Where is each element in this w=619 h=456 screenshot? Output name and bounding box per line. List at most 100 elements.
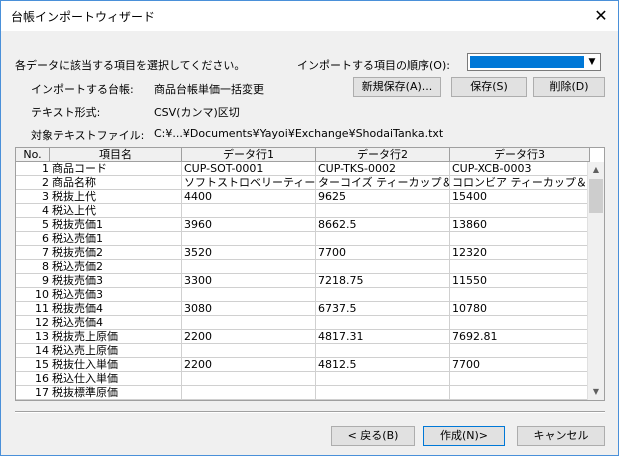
grid-header: No. 項目名 データ行1 データ行2 データ行3	[16, 148, 590, 162]
row-data-2: ターコイズ ティーカップ＆ソ...	[316, 176, 450, 190]
row-data-3	[450, 288, 590, 302]
row-no: 15	[16, 358, 50, 372]
row-no: 12	[16, 316, 50, 330]
row-no: 1	[16, 162, 50, 176]
table-row[interactable]: 2商品名称ソフトストロベリーティーカッ...ターコイズ ティーカップ＆ソ...コ…	[16, 176, 590, 190]
row-no: 9	[16, 274, 50, 288]
table-row[interactable]: 17 税抜標準原価	[16, 386, 590, 400]
scroll-up-icon[interactable]: ▲	[588, 162, 604, 178]
row-data-1: 3520	[182, 246, 316, 260]
new-save-button[interactable]: 新規保存(A)...	[353, 77, 441, 97]
table-row[interactable]: 13 税抜売上原価 2200 4817.31 7692.81	[16, 330, 590, 344]
row-item-name[interactable]: 税抜売価2	[50, 246, 182, 260]
row-data-2: 7700	[316, 246, 450, 260]
row-item-name[interactable]: 税込売価3	[50, 288, 182, 302]
header-no: No.	[16, 148, 50, 162]
row-no: 17	[16, 386, 50, 400]
vertical-scrollbar[interactable]: ▲ ▼	[587, 162, 604, 400]
cancel-button[interactable]: キャンセル	[517, 426, 605, 446]
table-row[interactable]: 7 税抜売価2 3520 7700 12320	[16, 246, 590, 260]
row-data-1	[182, 372, 316, 386]
row-item-name[interactable]: 商品名称	[50, 176, 182, 190]
row-data-3	[450, 344, 590, 358]
header-item-name: 項目名	[50, 148, 182, 162]
row-item-name[interactable]: 税抜売価3	[50, 274, 182, 288]
data-grid[interactable]: No. 項目名 データ行1 データ行2 データ行3 1 商品コード CUP-SOT-…	[15, 147, 605, 401]
close-icon[interactable]: ✕	[590, 5, 612, 27]
row-data-3: 12320	[450, 246, 590, 260]
row-data-2	[316, 344, 450, 358]
table-row[interactable]: 3 税抜上代 4400 9625 15400	[16, 190, 590, 204]
row-data-2	[316, 260, 450, 274]
row-no: 13	[16, 330, 50, 344]
delete-button[interactable]: 削除(D)	[533, 77, 605, 97]
table-row[interactable]: 9 税抜売価3 3300 7218.75 11550	[16, 274, 590, 288]
row-item-name[interactable]: 税込売価1	[50, 232, 182, 246]
row-no: 10	[16, 288, 50, 302]
import-wizard-window: 台帳インポートウィザード ✕ 各データに該当する項目を選択してください。 インポ…	[0, 0, 619, 456]
file-label: 対象テキストファイル:	[31, 129, 145, 142]
row-item-name[interactable]: 税込仕入単価	[50, 372, 182, 386]
row-data-3	[450, 260, 590, 274]
row-data-1	[182, 386, 316, 400]
table-row[interactable]: 11 税抜売価4 3080 6737.5 10780	[16, 302, 590, 316]
row-data-1	[182, 344, 316, 358]
row-item-name[interactable]: 税込上代	[50, 204, 182, 218]
row-item-name[interactable]: 税抜仕入単価	[50, 358, 182, 372]
row-data-3: 10780	[450, 302, 590, 316]
order-select[interactable]: ▼	[467, 53, 601, 71]
row-item-name[interactable]: 税込売価4	[50, 316, 182, 330]
row-no: 2	[16, 176, 50, 190]
scroll-down-icon[interactable]: ▼	[588, 384, 604, 400]
row-no: 7	[16, 246, 50, 260]
row-item-name[interactable]: 税抜標準原価	[50, 386, 182, 400]
row-data-2: 4817.31	[316, 330, 450, 344]
row-data-3	[450, 386, 590, 400]
row-data-3: 15400	[450, 190, 590, 204]
row-data-3	[450, 372, 590, 386]
row-no: 11	[16, 302, 50, 316]
chevron-down-icon[interactable]: ▼	[584, 54, 600, 70]
table-row[interactable]: 8 税込売価2	[16, 260, 590, 274]
row-data-1: 3300	[182, 274, 316, 288]
row-item-name[interactable]: 税抜上代	[50, 190, 182, 204]
row-data-2: 7218.75	[316, 274, 450, 288]
row-item-name[interactable]: 税抜売価4	[50, 302, 182, 316]
table-row[interactable]: 15 税抜仕入単価 2200 4812.5 7700	[16, 358, 590, 372]
row-item-name[interactable]: 税抜売上原価	[50, 330, 182, 344]
scroll-thumb[interactable]	[589, 179, 603, 213]
table-row[interactable]: 5 税抜売価1 3960 8662.5 13860	[16, 218, 590, 232]
row-data-1	[182, 288, 316, 302]
row-data-3	[450, 232, 590, 246]
row-data-1: 3960	[182, 218, 316, 232]
row-item-name[interactable]: 税抜売価1	[50, 218, 182, 232]
table-row[interactable]: 16 税込仕入単価	[16, 372, 590, 386]
ledger-label: インポートする台帳:	[31, 83, 134, 96]
order-label: インポートする項目の順序(O):	[297, 59, 450, 72]
back-button[interactable]: < 戻る(B)	[331, 426, 415, 446]
row-item-name[interactable]: 税込売上原価	[50, 344, 182, 358]
create-button[interactable]: 作成(N)>	[423, 426, 505, 446]
row-data-3: 11550	[450, 274, 590, 288]
row-data-1	[182, 232, 316, 246]
ledger-value: 商品台帳単価一括変更	[154, 83, 264, 96]
row-data-2: CUP-TKS-0002	[316, 162, 450, 176]
row-no: 14	[16, 344, 50, 358]
row-data-1: 2200	[182, 330, 316, 344]
row-no: 16	[16, 372, 50, 386]
save-button[interactable]: 保存(S)	[451, 77, 527, 97]
row-data-1: 2200	[182, 358, 316, 372]
row-data-3: CUP-XCB-0003	[450, 162, 590, 176]
titlebar: 台帳インポートウィザード ✕	[1, 1, 618, 31]
table-row[interactable]: 10 税込売価3	[16, 288, 590, 302]
table-row[interactable]: 12 税込売価4	[16, 316, 590, 330]
table-row[interactable]: 14 税込売上原価	[16, 344, 590, 358]
row-data-2	[316, 232, 450, 246]
table-row[interactable]: 1 商品コード CUP-SOT-0001 CUP-TKS-0002 CUP-XCB-00…	[16, 162, 590, 176]
table-row[interactable]: 4 税込上代	[16, 204, 590, 218]
row-no: 8	[16, 260, 50, 274]
row-item-name[interactable]: 商品コード	[50, 162, 182, 176]
row-item-name[interactable]: 税込売価2	[50, 260, 182, 274]
table-row[interactable]: 6 税込売価1	[16, 232, 590, 246]
format-label: テキスト形式:	[31, 106, 101, 119]
